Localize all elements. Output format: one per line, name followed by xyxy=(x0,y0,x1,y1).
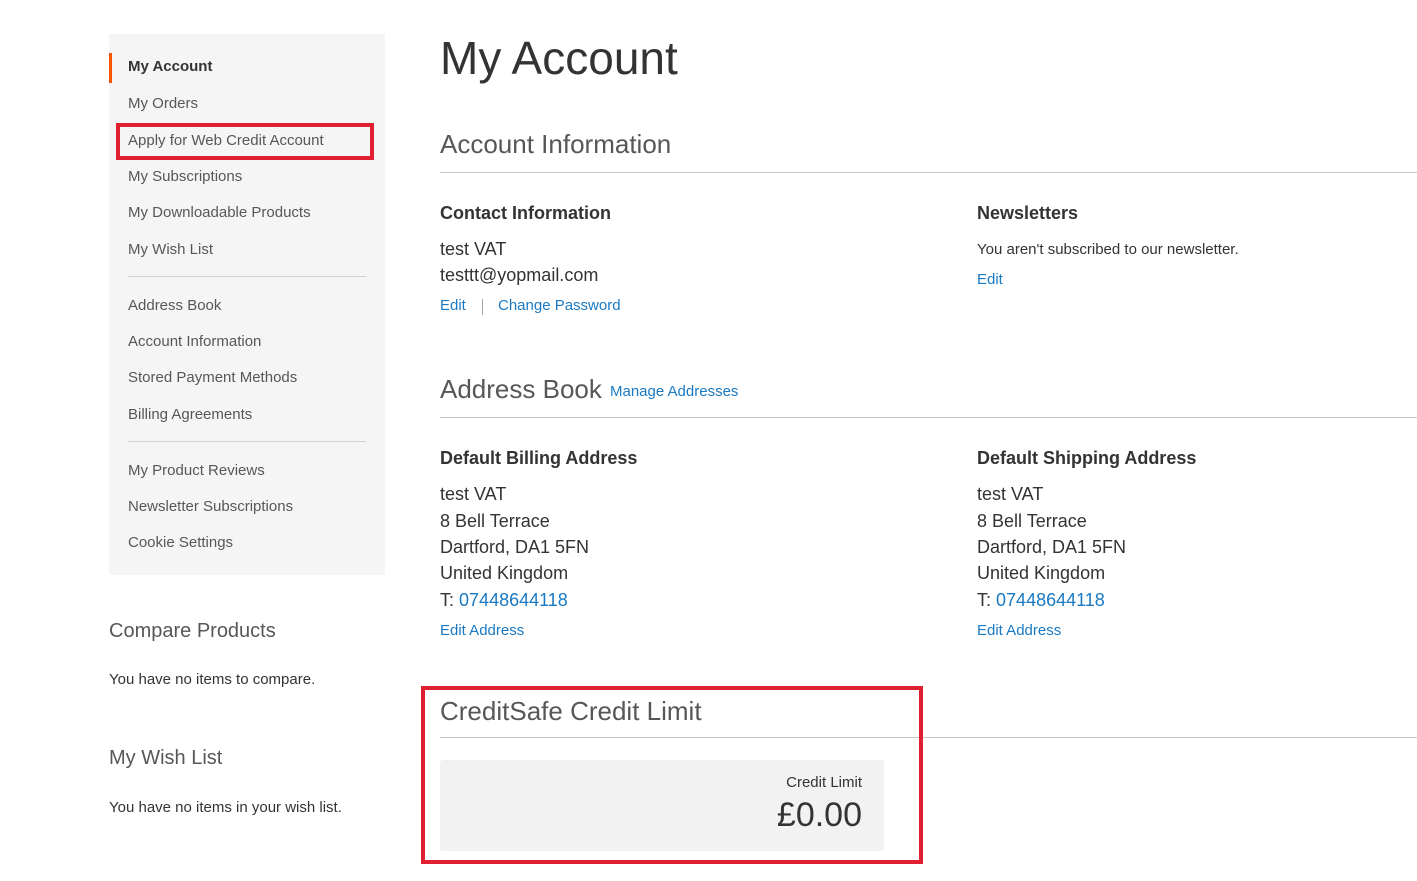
compare-products-title: Compare Products xyxy=(109,620,276,642)
billing-name: test VAT xyxy=(440,484,507,504)
sidebar-item-product-reviews[interactable]: My Product Reviews xyxy=(128,461,265,481)
manage-addresses-link[interactable]: Manage Addresses xyxy=(610,383,738,400)
contact-information-title: Contact Information xyxy=(440,203,611,223)
contact-email: testtt@yopmail.com xyxy=(440,265,599,285)
section-divider xyxy=(440,417,1417,418)
phone-prefix: T: xyxy=(977,590,992,610)
shipping-country: United Kingdom xyxy=(977,563,1106,583)
sidebar-item-account-information[interactable]: Account Information xyxy=(128,332,261,352)
account-information-title: Account Information xyxy=(440,129,672,159)
sidebar-item-stored-payment-methods[interactable]: Stored Payment Methods xyxy=(128,368,297,388)
account-nav: My Account My Orders Apply for Web Credi… xyxy=(109,34,385,575)
current-item-indicator xyxy=(109,53,112,83)
address-book-title: Address Book xyxy=(440,374,602,404)
billing-city: Dartford, DA1 5FN xyxy=(440,537,590,557)
wishlist-title: My Wish List xyxy=(109,747,223,769)
highlight-box-apply-credit xyxy=(116,123,374,160)
shipping-name: test VAT xyxy=(977,484,1044,504)
nav-divider xyxy=(128,276,366,277)
sidebar-item-my-orders[interactable]: My Orders xyxy=(128,94,198,114)
change-password-link[interactable]: Change Password xyxy=(498,297,621,314)
nav-divider xyxy=(128,441,366,442)
sidebar-item-address-book[interactable]: Address Book xyxy=(128,296,221,316)
default-billing-title: Default Billing Address xyxy=(440,448,638,468)
shipping-phone-link[interactable]: 07448644118 xyxy=(996,590,1105,610)
phone-prefix: T: xyxy=(440,590,455,610)
sidebar-item-newsletter-subscriptions[interactable]: Newsletter Subscriptions xyxy=(128,497,293,517)
contact-name: test VAT xyxy=(440,239,507,259)
newsletters-title: Newsletters xyxy=(977,203,1079,223)
sidebar-item-my-subscriptions[interactable]: My Subscriptions xyxy=(128,167,242,187)
sidebar-item-cookie-settings[interactable]: Cookie Settings xyxy=(128,533,233,553)
shipping-city: Dartford, DA1 5FN xyxy=(977,537,1127,557)
billing-phone-line: T: 07448644118 xyxy=(440,587,568,614)
edit-shipping-address-link[interactable]: Edit Address xyxy=(977,622,1061,639)
shipping-phone-line: T: 07448644118 xyxy=(977,587,1105,614)
edit-newsletter-link[interactable]: Edit xyxy=(977,271,1003,288)
sidebar-item-billing-agreements[interactable]: Billing Agreements xyxy=(128,405,252,425)
billing-street: 8 Bell Terrace xyxy=(440,511,550,531)
default-shipping-title: Default Shipping Address xyxy=(977,448,1197,468)
sidebar-item-downloadable-products[interactable]: My Downloadable Products xyxy=(128,203,311,223)
edit-contact-link[interactable]: Edit xyxy=(440,297,466,314)
billing-country: United Kingdom xyxy=(440,563,569,583)
highlight-box-credit-limit xyxy=(421,686,923,864)
section-divider xyxy=(440,172,1417,173)
shipping-street: 8 Bell Terrace xyxy=(977,511,1087,531)
page-title: My Account xyxy=(440,32,678,84)
compare-empty-text: You have no items to compare. xyxy=(109,671,316,688)
sidebar-item-my-account[interactable]: My Account xyxy=(128,57,212,77)
sidebar-item-my-wish-list[interactable]: My Wish List xyxy=(128,240,213,260)
edit-billing-address-link[interactable]: Edit Address xyxy=(440,622,524,639)
newsletter-status-text: You aren't subscribed to our newsletter. xyxy=(977,241,1239,258)
link-separator xyxy=(482,299,483,315)
wishlist-empty-text: You have no items in your wish list. xyxy=(109,799,342,816)
billing-phone-link[interactable]: 07448644118 xyxy=(459,590,568,610)
